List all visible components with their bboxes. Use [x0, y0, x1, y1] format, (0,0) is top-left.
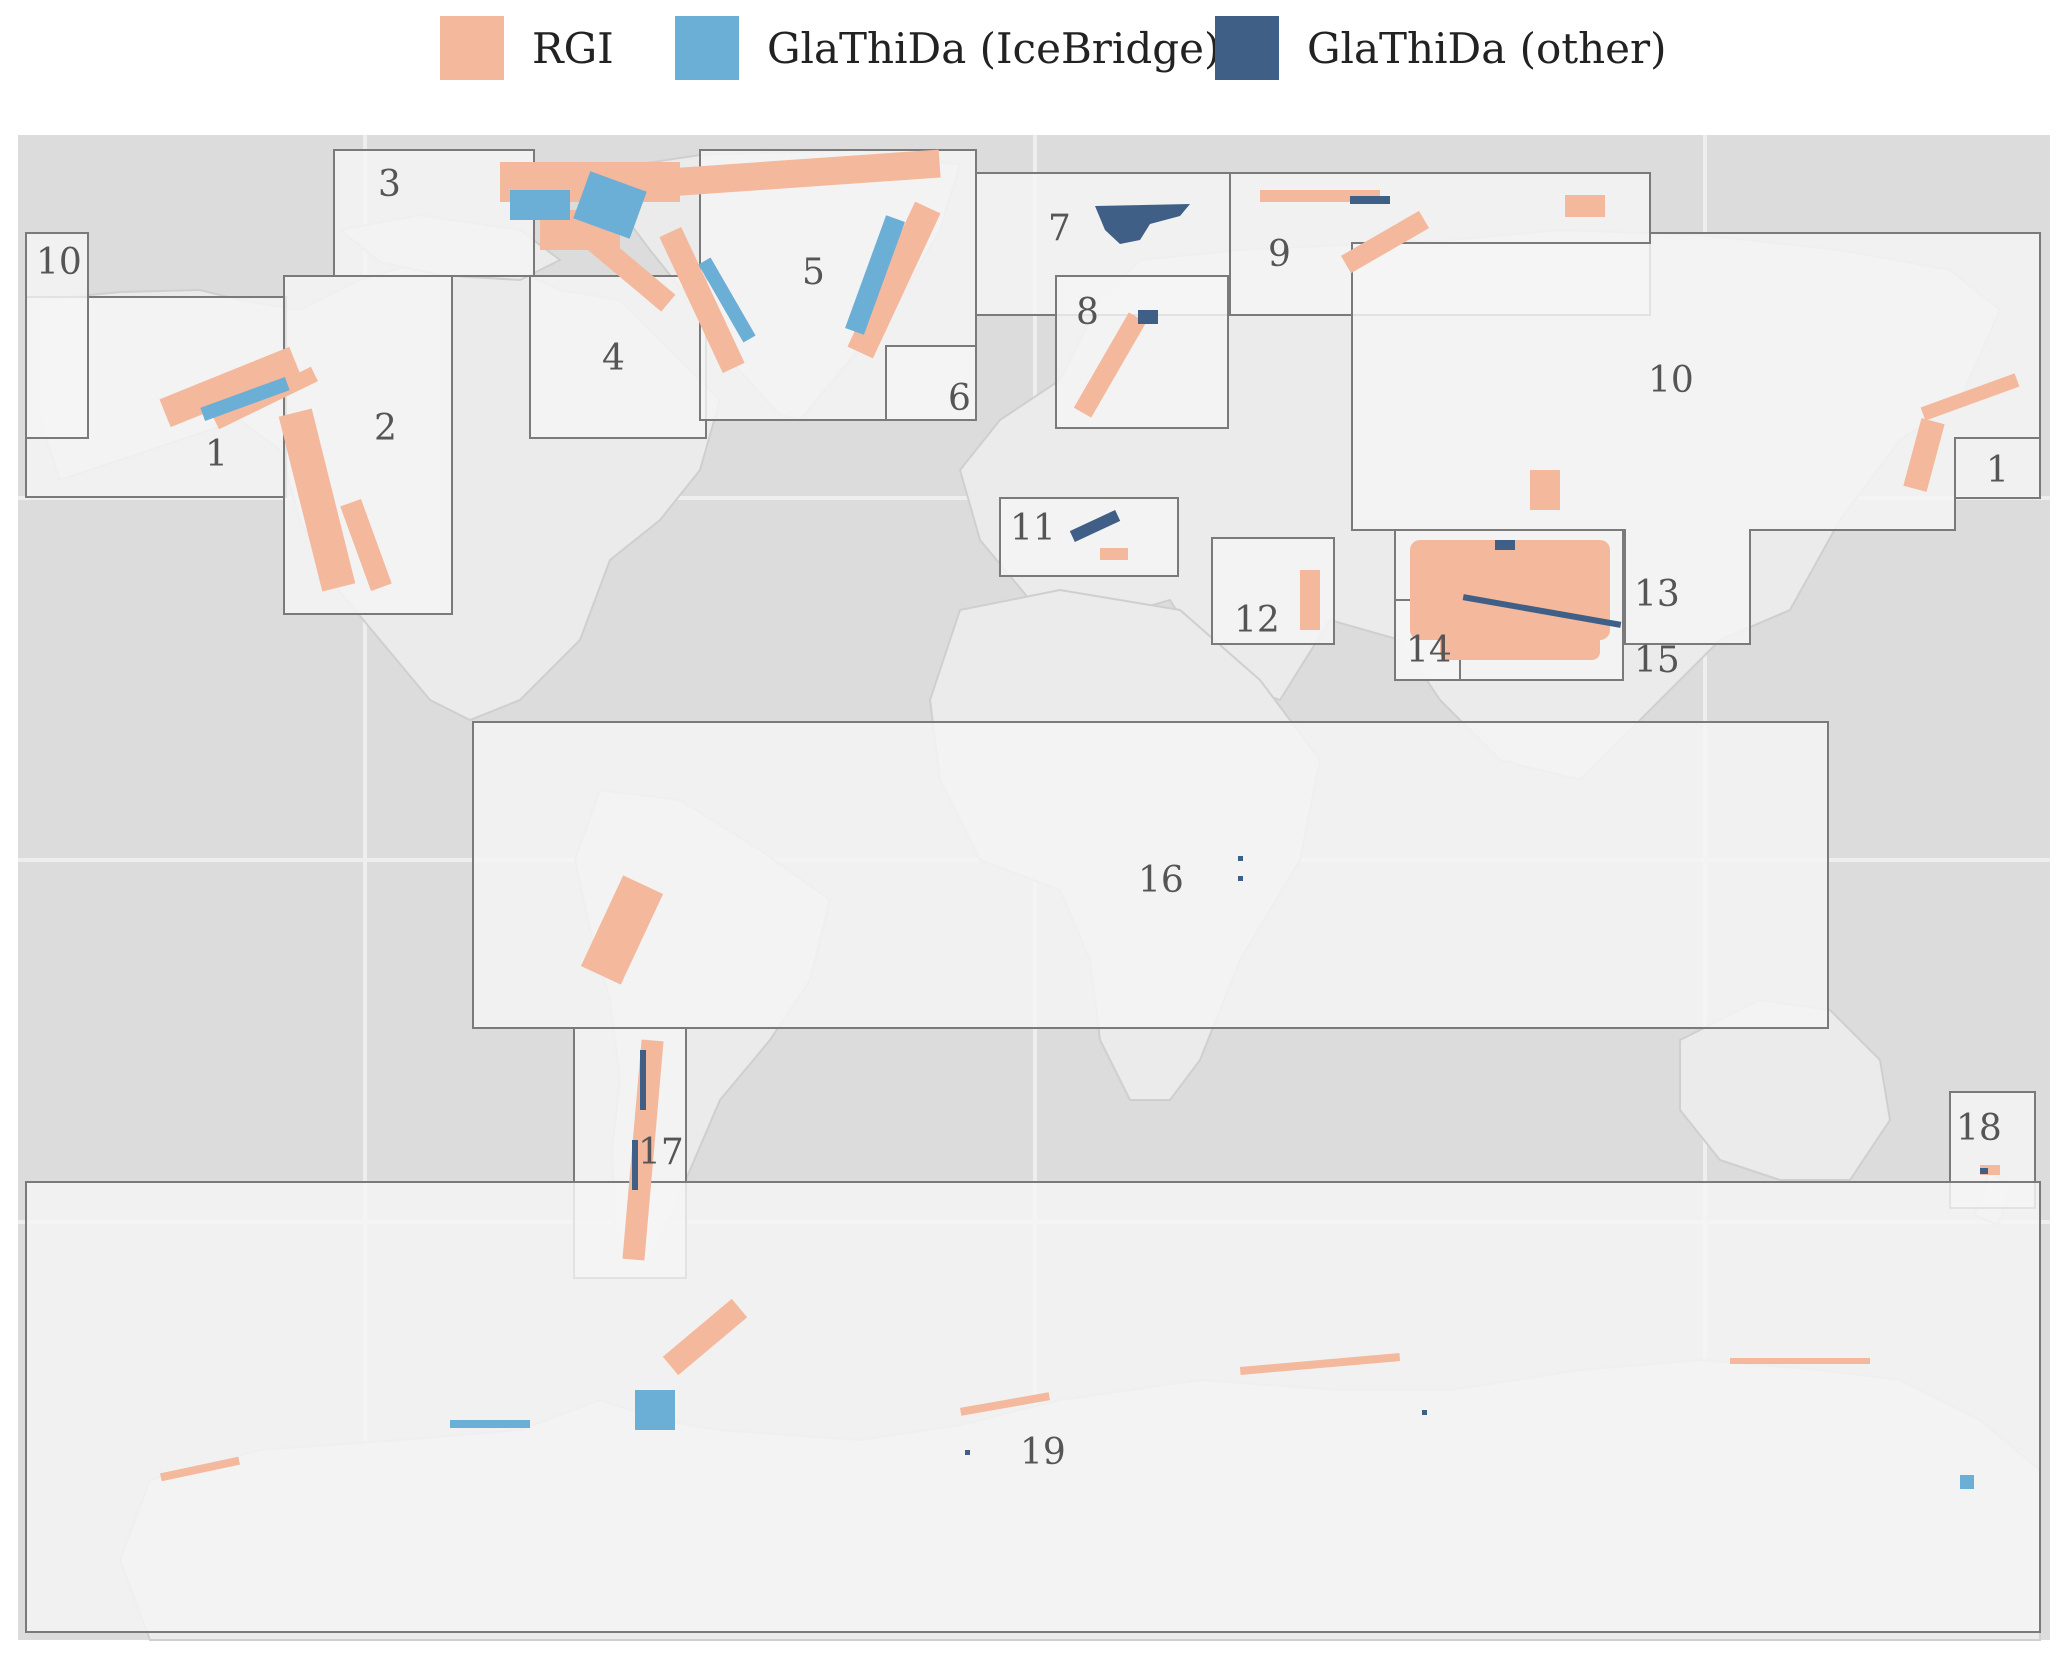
region-label-8: 8 — [1076, 292, 1099, 333]
region-label-2: 2 — [374, 408, 397, 449]
region-label-3: 3 — [378, 164, 401, 205]
region-label-19: 19 — [1020, 1432, 1066, 1473]
world-glacier-region-map: 1 2 3 4 5 6 7 8 9 10 10 1 11 12 13 14 15… — [18, 135, 2050, 1641]
region-box-19 — [25, 1181, 2041, 1633]
region-label-14: 14 — [1406, 630, 1452, 671]
region-label-5: 5 — [802, 252, 825, 293]
region-label-17: 17 — [638, 1132, 684, 1173]
region-label-9: 9 — [1268, 234, 1291, 275]
region-label-10-west: 10 — [36, 242, 82, 283]
region-label-13: 13 — [1634, 574, 1680, 615]
region-label-6: 6 — [948, 378, 971, 419]
region-label-18: 18 — [1956, 1108, 2002, 1149]
region-label-1-east: 1 — [1986, 450, 2009, 491]
region-label-7: 7 — [1048, 208, 1071, 249]
region-label-15: 15 — [1634, 640, 1680, 681]
region-label-11: 11 — [1010, 508, 1056, 549]
region-label-16: 16 — [1138, 860, 1184, 901]
region-label-10: 10 — [1648, 360, 1694, 401]
region-label-4: 4 — [602, 338, 625, 379]
region-label-1: 1 — [205, 434, 228, 475]
region-label-12: 12 — [1234, 600, 1280, 641]
